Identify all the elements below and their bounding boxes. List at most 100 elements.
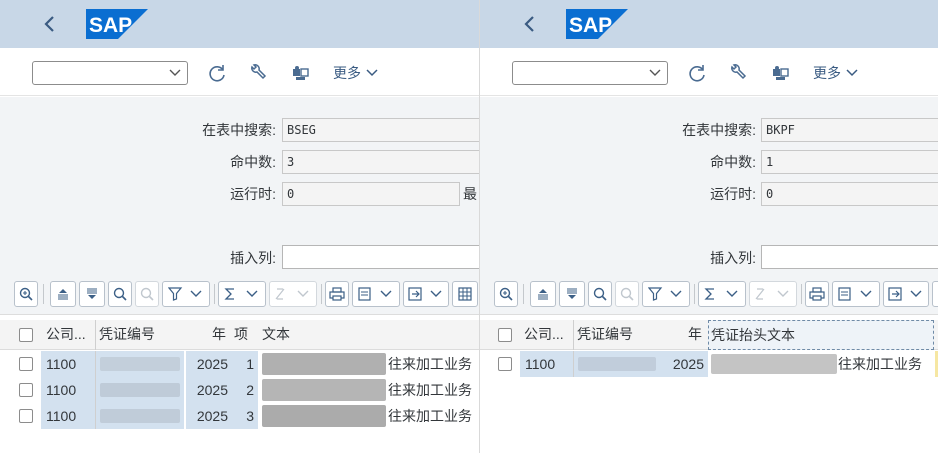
find-button[interactable]: [108, 281, 132, 307]
bseg-table: 公司... 凭证编号 年 项 文本 1100 2025 1 往来加工业务 110…: [0, 320, 479, 453]
cell-company: 1100: [41, 403, 95, 429]
cell-doc-no: [96, 377, 184, 403]
insert-column-field[interactable]: [282, 245, 479, 269]
table-row[interactable]: 1100 2025 1 往来加工业务: [0, 351, 479, 377]
table-row[interactable]: 1100 2025 3 往来加工业务: [0, 403, 479, 429]
sort-ascending-button[interactable]: [530, 281, 556, 307]
subtotal-button[interactable]: [269, 281, 317, 307]
view-button[interactable]: [352, 281, 400, 307]
back-button[interactable]: [514, 8, 546, 40]
view-button[interactable]: [832, 281, 880, 307]
sort-ascending-icon: [538, 289, 548, 300]
insert-column-field[interactable]: [761, 245, 938, 269]
export-button[interactable]: [883, 281, 929, 307]
cell-doc-no: [96, 351, 184, 377]
print-button[interactable]: [805, 281, 829, 307]
details-button[interactable]: [494, 281, 518, 307]
col-divider: [95, 351, 96, 429]
cell-company: 1100: [41, 377, 95, 403]
cell-item: 1: [232, 351, 258, 377]
row-checkbox[interactable]: [19, 357, 33, 371]
puzzle-icon: [293, 66, 309, 80]
find-next-button[interactable]: [615, 281, 639, 307]
extension-button[interactable]: [771, 64, 793, 82]
sum-icon: [704, 288, 738, 300]
table-row[interactable]: 1100 2025 往来加工业务: [480, 351, 938, 377]
transaction-select[interactable]: [512, 61, 668, 85]
export-icon: [888, 287, 922, 301]
col-header-year[interactable]: 年: [664, 320, 702, 350]
view-icon: [838, 287, 872, 301]
app-toolbar: 更多: [480, 48, 938, 96]
layout-icon: [458, 287, 472, 301]
runtime-field: 0: [282, 182, 460, 206]
chevron-down-icon: [649, 69, 661, 76]
cell-year: 2025: [662, 351, 708, 377]
sort-ascending-button[interactable]: [50, 281, 76, 307]
select-all-checkbox[interactable]: [498, 328, 512, 342]
col-header-year[interactable]: 年: [186, 320, 226, 350]
export-button[interactable]: [403, 281, 449, 307]
sum-button[interactable]: [698, 281, 746, 307]
col-header-doc-no[interactable]: 凭证编号: [574, 320, 664, 350]
print-button[interactable]: [325, 281, 349, 307]
refresh-icon: [689, 65, 705, 82]
zoom-icon: [499, 287, 513, 301]
print-icon: [809, 287, 825, 301]
sort-descending-button[interactable]: [79, 281, 105, 307]
separator: [523, 284, 524, 304]
hits-field: 1: [761, 150, 938, 174]
search-table-label: 在表中搜索:: [682, 122, 756, 138]
details-button[interactable]: [14, 281, 38, 307]
col-header-item[interactable]: 项: [234, 320, 254, 350]
row-checkbox[interactable]: [19, 383, 33, 397]
sort-descending-icon: [87, 288, 97, 299]
layout-button[interactable]: [452, 281, 478, 307]
screen: SAP 更多 在表中搜索: BSEG 命中数: 3 运行时: 0 最 插入列: …: [0, 0, 938, 453]
filter-button[interactable]: [642, 281, 690, 307]
more-menu-button[interactable]: 更多: [333, 63, 379, 83]
col-header-company[interactable]: 公司...: [521, 320, 573, 350]
cell-year: 2025: [186, 351, 232, 377]
refresh-button[interactable]: [207, 64, 229, 82]
separator: [694, 284, 695, 304]
chevron-down-icon: [169, 69, 181, 76]
alv-toolbar: [0, 275, 479, 315]
search-icon: [593, 287, 607, 301]
find-next-button[interactable]: [135, 281, 159, 307]
select-all-checkbox[interactable]: [19, 328, 33, 342]
cell-text: 往来加工业务: [388, 356, 472, 372]
row-checkbox[interactable]: [498, 357, 512, 371]
col-header-doc-no[interactable]: 凭证编号: [96, 320, 186, 350]
subtotal-button[interactable]: [749, 281, 797, 307]
sum-button[interactable]: [218, 281, 266, 307]
bkpf-table: 公司... 凭证编号 年 凭证抬头文本 1100 2025 往来加工业务: [480, 320, 938, 453]
puzzle-icon: [773, 66, 789, 80]
col-header-header-text[interactable]: 凭证抬头文本: [708, 320, 934, 350]
sort-descending-button[interactable]: [559, 281, 585, 307]
shell-bar: SAP: [480, 0, 938, 48]
back-button[interactable]: [34, 8, 66, 40]
more-menu-button[interactable]: 更多: [813, 63, 859, 83]
layout-button[interactable]: [932, 281, 938, 307]
find-button[interactable]: [588, 281, 612, 307]
row-checkbox[interactable]: [19, 409, 33, 423]
settings-button[interactable]: [249, 64, 271, 82]
table-row[interactable]: 1100 2025 2 往来加工业务: [0, 377, 479, 403]
refresh-button[interactable]: [687, 64, 709, 82]
filter-button[interactable]: [162, 281, 210, 307]
settings-button[interactable]: [729, 64, 751, 82]
search-table-field[interactable]: BSEG: [282, 118, 479, 142]
separator: [43, 284, 44, 304]
col-header-company[interactable]: 公司...: [43, 320, 95, 350]
subtotal-icon: [755, 288, 789, 300]
transaction-select[interactable]: [32, 61, 188, 85]
sort-ascending-icon: [58, 289, 68, 300]
runtime-label: 运行时:: [230, 186, 276, 202]
extension-button[interactable]: [291, 64, 313, 82]
search-table-field[interactable]: BKPF: [761, 118, 938, 142]
separator: [321, 284, 322, 304]
sap-logo: SAP: [566, 9, 628, 39]
col-header-text[interactable]: 文本: [262, 320, 342, 350]
cell-company: 1100: [41, 351, 95, 377]
